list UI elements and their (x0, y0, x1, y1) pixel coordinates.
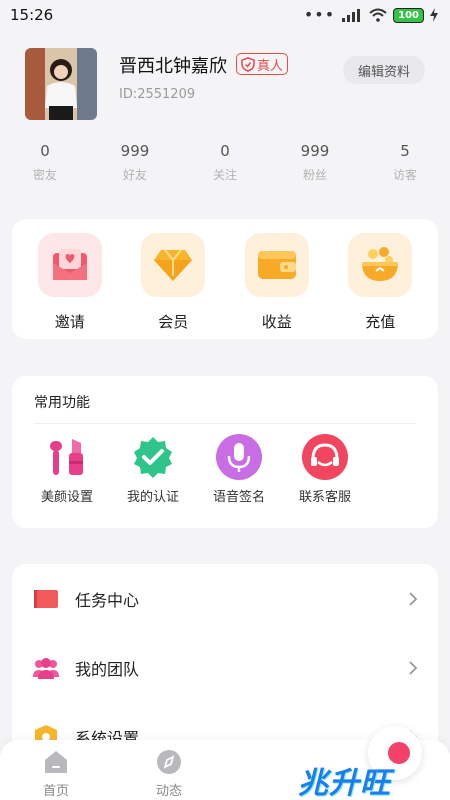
my-verification-item[interactable]: 我的认证 (110, 434, 196, 505)
quick-actions-card: 邀请 会员 收益 充值 (12, 219, 438, 339)
quick-recharge[interactable]: 充值 (335, 233, 425, 339)
verified-badge-icon (130, 434, 176, 480)
tab-moments-label: 动态 (155, 784, 182, 799)
beauty-settings-item[interactable]: 美颜设置 (24, 434, 110, 505)
watermark-logo: 兆升旺 (298, 766, 391, 800)
menu-label: 我的团队 (75, 659, 140, 679)
voice-signature-label: 语音签名 (212, 490, 265, 505)
customer-service-label: 联系客服 (298, 490, 351, 505)
menu-label: 任务中心 (75, 590, 140, 610)
quick-recharge-label: 充值 (365, 313, 396, 331)
more-dots-icon: ••• (303, 5, 336, 24)
signal-icon (342, 9, 361, 22)
stat-label: 密友 (32, 168, 57, 182)
compass-icon (157, 750, 181, 774)
stat-value: 5 (400, 142, 410, 160)
float-notification-dot (388, 742, 410, 764)
avatar[interactable] (25, 48, 97, 120)
quick-invite[interactable]: 邀请 (25, 233, 115, 339)
stat-friends[interactable]: 999 好友 (90, 142, 180, 183)
quick-earnings-label: 收益 (261, 313, 292, 331)
stat-close-friends[interactable]: 0 密友 (0, 142, 90, 183)
shield-icon (241, 56, 255, 72)
invite-envelope-icon (37, 233, 102, 297)
real-badge-label: 真人 (257, 58, 284, 74)
stat-value: 999 (120, 142, 150, 160)
lipstick-icon (44, 434, 90, 480)
nickname: 晋西北钟嘉欣 (119, 56, 227, 77)
coin-bowl-icon (348, 233, 413, 297)
tab-home-label: 首页 (42, 784, 69, 799)
stat-value: 0 (220, 142, 230, 160)
voice-signature-item[interactable]: 语音签名 (196, 434, 282, 505)
chevron-right-icon (409, 591, 418, 606)
customer-service-item[interactable]: 联系客服 (282, 434, 368, 505)
quick-vip-label: 会员 (158, 313, 189, 331)
status-time: 15:26 (10, 6, 54, 24)
tab-home[interactable]: 首页 (26, 748, 86, 799)
stat-value: 999 (300, 142, 330, 160)
charging-icon (430, 8, 438, 22)
common-functions-card: 常用功能 美颜设置 我的认证 语音签名 联系客服 (12, 376, 438, 528)
headset-icon (302, 434, 348, 480)
flag-icon (32, 585, 60, 613)
team-icon (32, 654, 60, 682)
diamond-icon (141, 233, 206, 297)
stat-visitors[interactable]: 5 访客 (360, 142, 450, 183)
stats-row: 0 密友 999 好友 0 关注 999 粉丝 5 访客 (0, 142, 450, 183)
common-functions-row: 美颜设置 我的认证 语音签名 联系客服 (24, 434, 416, 505)
home-icon (45, 751, 67, 773)
menu-item-task-center[interactable]: 任务中心 (12, 564, 438, 633)
stat-label: 访客 (392, 168, 417, 182)
stat-following[interactable]: 0 关注 (180, 142, 270, 183)
battery-icon: 100 (393, 7, 424, 23)
chevron-right-icon (409, 660, 418, 675)
edit-profile-button[interactable]: 编辑资料 (343, 56, 425, 84)
my-verification-label: 我的认证 (126, 490, 179, 505)
menu-item-my-team[interactable]: 我的团队 (12, 633, 438, 702)
user-id: ID:2551209 (119, 87, 196, 102)
status-icons: ••• 100 (304, 7, 438, 23)
avatar-photo (25, 48, 97, 120)
beauty-settings-label: 美颜设置 (40, 490, 93, 505)
status-bar: 15:26 ••• 100 (0, 0, 450, 30)
wifi-icon (369, 8, 387, 22)
quick-earnings[interactable]: 收益 (232, 233, 322, 339)
microphone-icon (216, 434, 262, 480)
stat-label: 关注 (212, 168, 237, 182)
stat-value: 0 (40, 142, 50, 160)
tab-moments[interactable]: 动态 (139, 748, 199, 799)
wallet-icon (244, 233, 309, 297)
stat-label: 粉丝 (302, 168, 327, 182)
quick-vip[interactable]: 会员 (128, 233, 218, 339)
real-person-badge: 真人 (236, 53, 289, 75)
quick-invite-label: 邀请 (54, 313, 85, 331)
stat-label: 好友 (122, 168, 147, 182)
stat-fans[interactable]: 999 粉丝 (270, 142, 360, 183)
section-title: 常用功能 (34, 376, 416, 424)
